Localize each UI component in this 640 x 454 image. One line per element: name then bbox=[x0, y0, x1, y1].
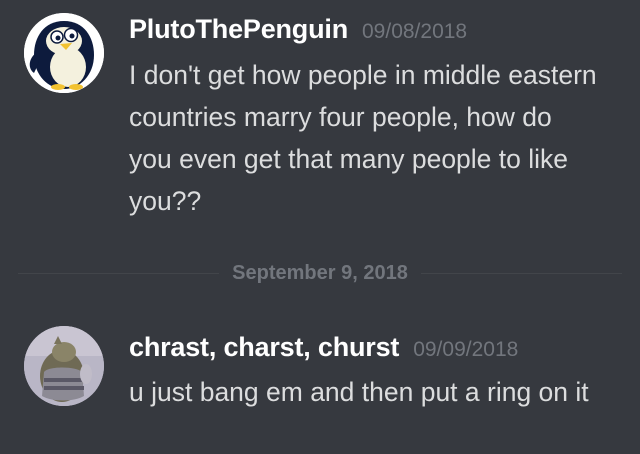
message-header: PlutoThePenguin 09/08/2018 bbox=[129, 14, 467, 45]
message-header: chrast, charst, churst 09/09/2018 bbox=[129, 332, 518, 363]
timestamp: 09/08/2018 bbox=[362, 20, 468, 43]
user-avatar[interactable] bbox=[24, 13, 104, 93]
timestamp: 09/09/2018 bbox=[413, 338, 519, 361]
date-divider-line bbox=[18, 273, 622, 274]
message-item: PlutoThePenguin 09/08/2018 I don't get ho… bbox=[0, 0, 640, 240]
message-item: chrast, charst, churst 09/09/2018 u just … bbox=[0, 318, 640, 454]
message-text: I don't get how people in middle eastern… bbox=[129, 60, 597, 216]
photo-avatar-icon bbox=[24, 326, 104, 406]
message-text: u just bang em and then put a ring on it bbox=[129, 377, 589, 407]
username[interactable]: PlutoThePenguin bbox=[129, 14, 348, 44]
penguin-avatar-icon bbox=[24, 13, 104, 93]
username[interactable]: chrast, charst, churst bbox=[129, 332, 399, 362]
user-avatar[interactable] bbox=[24, 326, 104, 406]
